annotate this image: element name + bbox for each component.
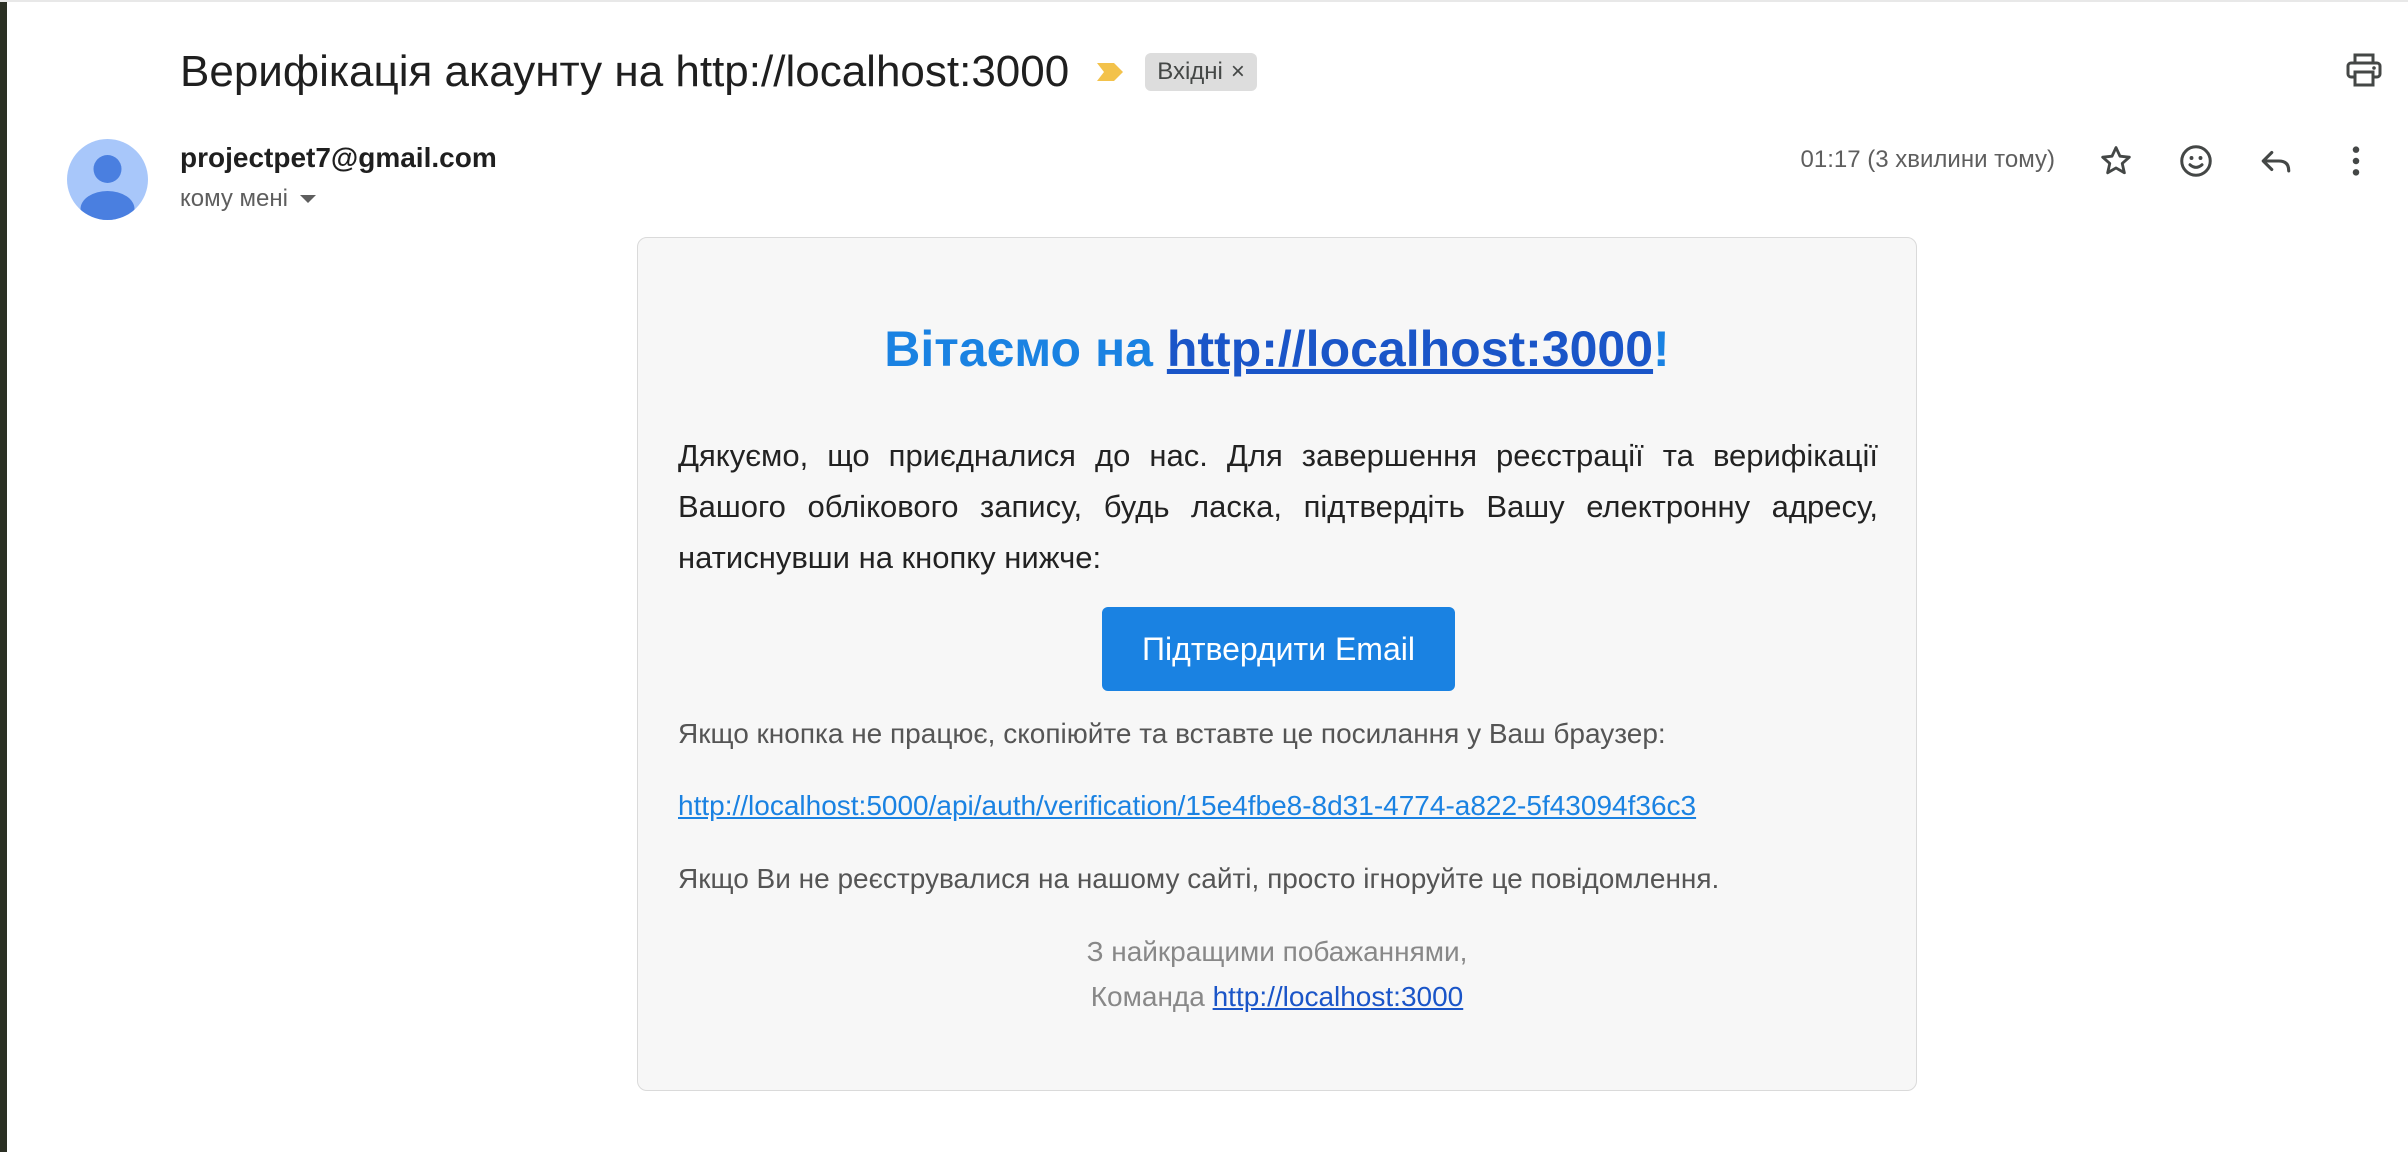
ignore-notice: Якщо Ви не реєструвалися на нашому сайті… bbox=[678, 863, 1720, 894]
label-chip-text: Вхідні bbox=[1157, 58, 1223, 85]
recipient-details-toggle[interactable]: кому мені bbox=[180, 185, 316, 213]
remove-label-button[interactable]: × bbox=[1231, 58, 1245, 86]
reply-icon bbox=[2261, 150, 2291, 173]
recipient-text: кому мені bbox=[180, 185, 288, 212]
label-chip-inbox[interactable]: Вхідні × bbox=[1145, 53, 1257, 91]
window-top-edge bbox=[0, 0, 2408, 2]
team-prefix: Команда bbox=[1090, 981, 1213, 1012]
print-icon bbox=[2346, 53, 2382, 92]
email-body-card: Вітаємо на http://localhost:3000! Дякуєм… bbox=[637, 237, 1917, 1091]
regards-text: З найкращими побажаннями, bbox=[1086, 936, 1468, 967]
team-signature: Команда http://localhost:3000 bbox=[638, 981, 1916, 1013]
star-icon bbox=[2101, 146, 2131, 175]
print-button[interactable] bbox=[2344, 52, 2384, 92]
star-button[interactable] bbox=[2094, 139, 2138, 183]
sender-email[interactable]: projectpet7@gmail.com bbox=[180, 142, 497, 174]
welcome-heading: Вітаємо на http://localhost:3000! bbox=[638, 320, 1916, 378]
heading-prefix: Вітаємо на bbox=[884, 321, 1167, 377]
confirm-email-button[interactable]: Підтвердити Email bbox=[1102, 607, 1455, 691]
email-timestamp: 01:17 (3 хвилини тому) bbox=[1800, 146, 2055, 173]
email-subject: Верифікація акаунту на http://localhost:… bbox=[180, 47, 1070, 96]
window-left-edge bbox=[0, 0, 7, 1152]
subject-row: Верифікація акаунту на http://localhost:… bbox=[180, 42, 1257, 102]
emoji-reaction-button[interactable] bbox=[2174, 139, 2218, 183]
heading-site-link[interactable]: http://localhost:3000 bbox=[1167, 321, 1653, 377]
importance-marker-icon[interactable] bbox=[1095, 61, 1125, 83]
chevron-down-icon bbox=[300, 195, 316, 203]
emoji-reaction-icon bbox=[2180, 145, 2212, 177]
heading-suffix: ! bbox=[1653, 321, 1670, 377]
default-avatar-icon bbox=[80, 155, 135, 220]
verification-link[interactable]: http://localhost:5000/api/auth/verificat… bbox=[678, 790, 1696, 822]
avatar[interactable] bbox=[67, 139, 148, 220]
more-options-button[interactable] bbox=[2334, 139, 2378, 183]
intro-paragraph: Дякуємо, що приєдналися до нас. Для заве… bbox=[678, 438, 1878, 575]
fallback-instructions: Якщо кнопка не працює, скопіюйте та вста… bbox=[678, 718, 1666, 749]
team-site-link[interactable]: http://localhost:3000 bbox=[1213, 981, 1464, 1012]
more-vertical-icon bbox=[2352, 146, 2360, 176]
reply-button[interactable] bbox=[2254, 139, 2298, 183]
